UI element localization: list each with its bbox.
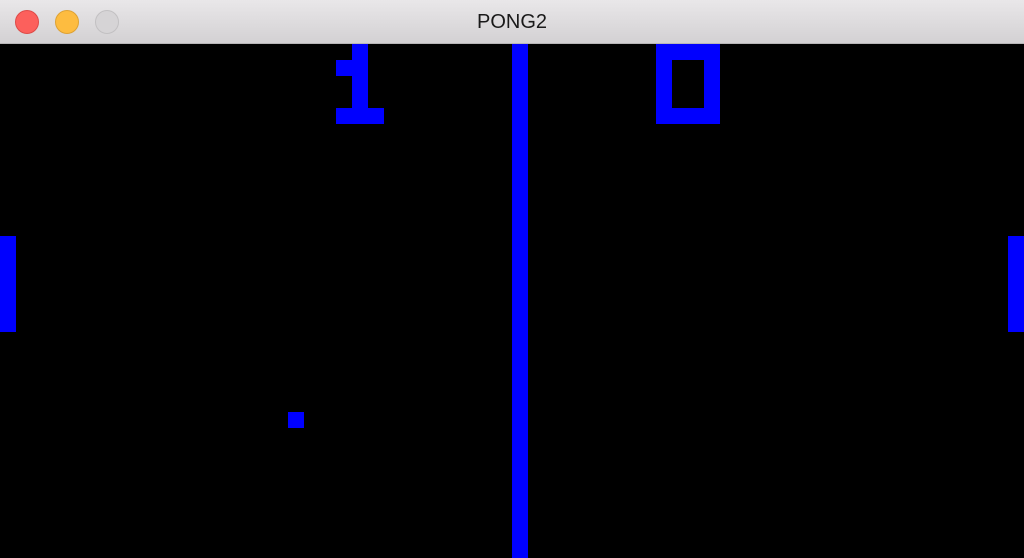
title-bar[interactable]: PONG2 <box>0 0 1024 44</box>
center-net <box>512 44 528 558</box>
window-title: PONG2 <box>476 11 548 33</box>
game-window: PONG2 1 0 <box>0 0 1024 558</box>
left-paddle <box>0 236 16 332</box>
ball <box>288 412 304 428</box>
right-paddle <box>1008 236 1024 332</box>
pong-court[interactable]: 1 0 <box>0 44 1024 558</box>
court-canvas: 1 0 <box>0 44 1024 558</box>
